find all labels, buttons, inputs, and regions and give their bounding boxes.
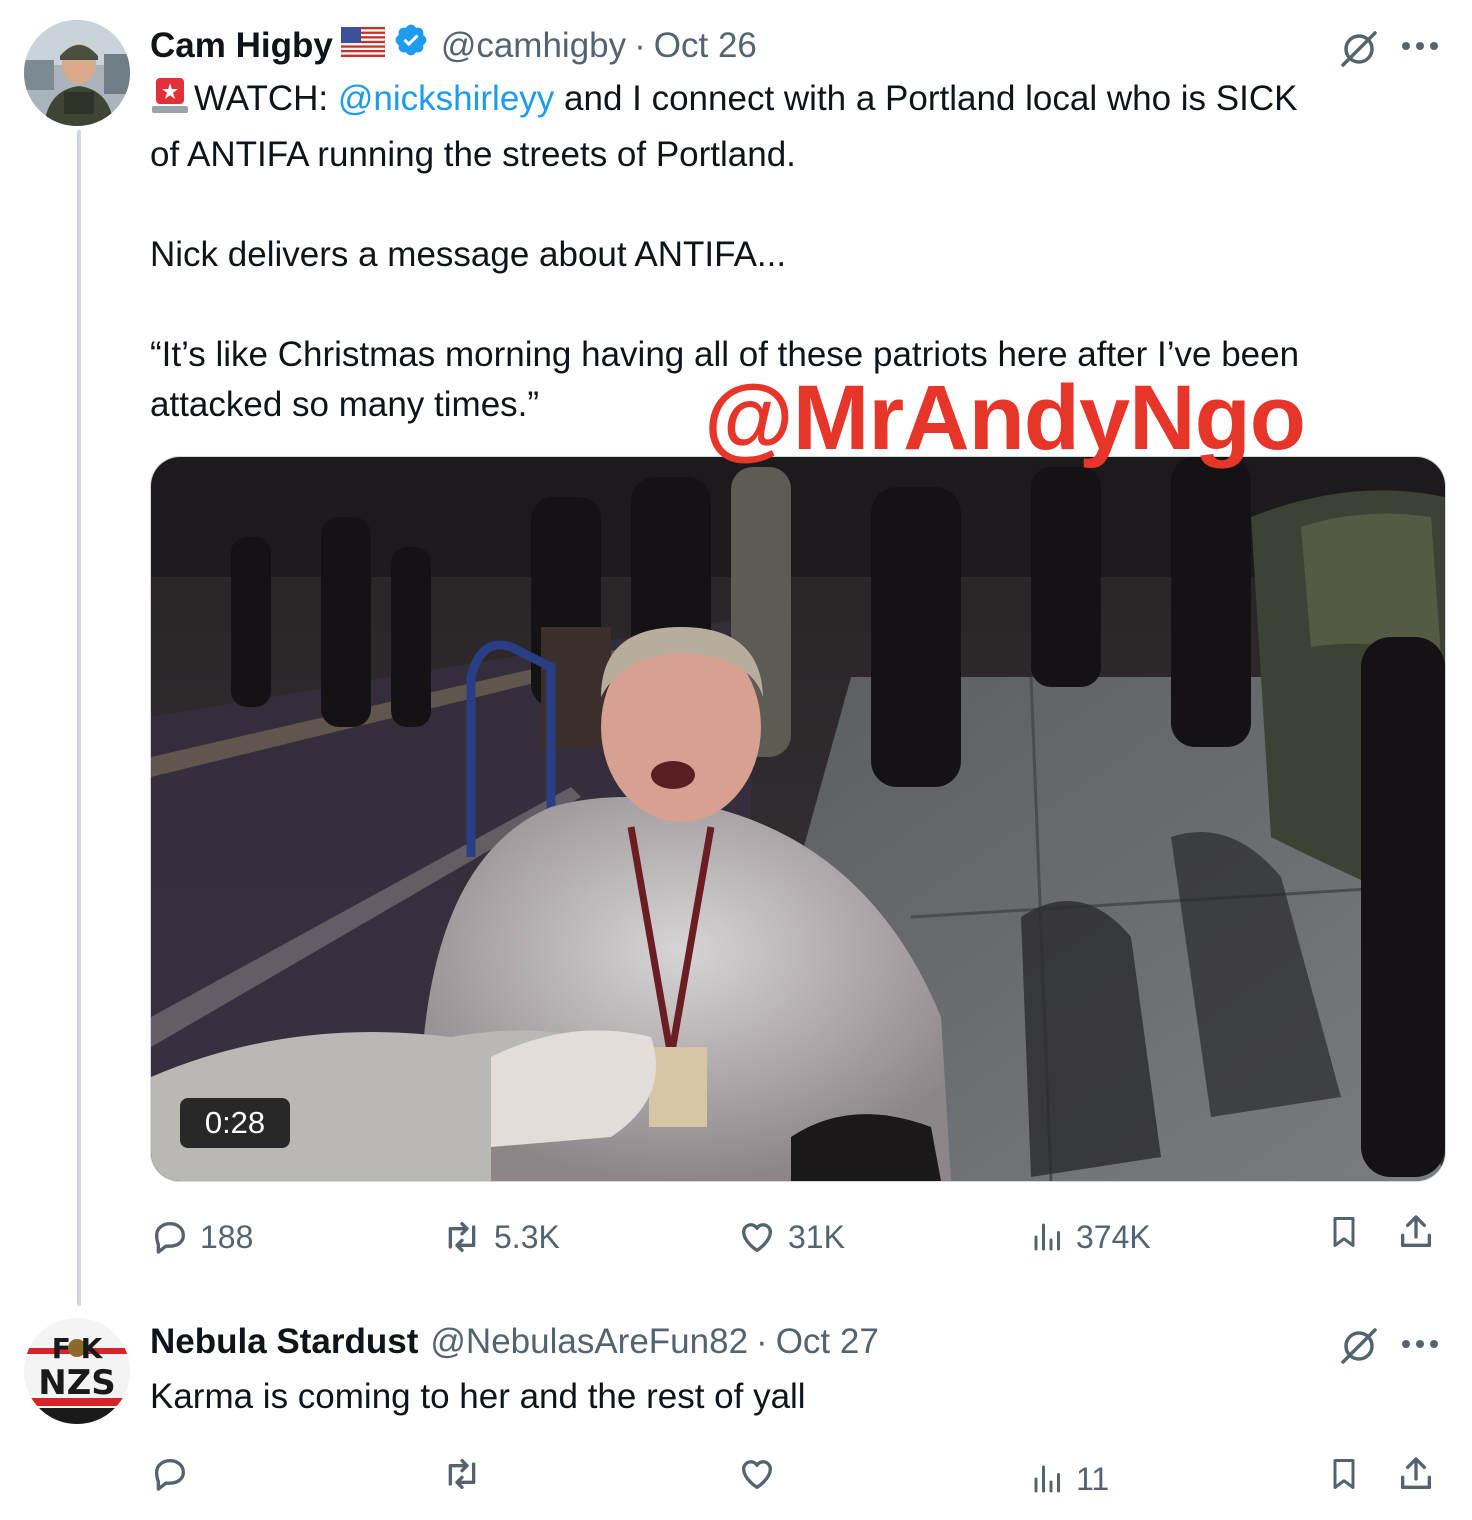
avatar-image: F K NZS: [24, 1318, 130, 1424]
alarm-emoji-icon: [150, 76, 190, 130]
like-button[interactable]: [736, 1454, 778, 1494]
bookmark-button[interactable]: [1326, 1454, 1362, 1494]
bookmark-icon: [1333, 1217, 1355, 1247]
tweet1-actions: 188 5.3K 31K 374K: [150, 1212, 1442, 1262]
more-icon[interactable]: [1398, 36, 1442, 56]
watermark-text: @MrAndyNgo: [704, 367, 1306, 469]
tweet-date[interactable]: Oct 27: [776, 1320, 879, 1364]
avatar-text-top: F K: [52, 1332, 104, 1365]
tweet1-line2: of ANTIFA running the streets of Portlan…: [150, 135, 796, 174]
avatar-image: [24, 20, 130, 126]
like-icon: [741, 1223, 773, 1252]
display-name[interactable]: Cam Higby: [150, 24, 333, 68]
tweet2-actions: 11: [150, 1454, 1442, 1504]
display-name[interactable]: Nebula Stardust: [150, 1320, 418, 1364]
reply-icon: [155, 1222, 185, 1254]
video-thumbnail: [151, 457, 1445, 1181]
video-player[interactable]: [150, 456, 1446, 1182]
avatar-text-bottom: NZS: [38, 1363, 116, 1403]
like-count: 31K: [788, 1219, 845, 1255]
views-icon: [1034, 1465, 1060, 1493]
tweet1-para3-line2: attacked so many times.”: [150, 385, 540, 424]
tweet2-header: Nebula Stardust @NebulasAreFun82 · Oct 2…: [150, 1320, 879, 1364]
repost-icon: [448, 1459, 476, 1489]
more-icon[interactable]: [1398, 1334, 1442, 1354]
grok-icon[interactable]: [1337, 27, 1381, 71]
repost-button[interactable]: [440, 1454, 484, 1494]
separator-dot: ·: [634, 25, 646, 65]
verified-badge-icon[interactable]: [393, 22, 429, 69]
views-button[interactable]: 374K: [1030, 1212, 1151, 1262]
tweet-date[interactable]: Oct 26: [654, 24, 757, 68]
views-count: 374K: [1076, 1219, 1151, 1255]
like-button[interactable]: 31K: [736, 1212, 845, 1262]
repost-button[interactable]: 5.3K: [440, 1212, 560, 1262]
user-handle[interactable]: @NebulasAreFun82: [430, 1320, 748, 1364]
reply-icon: [155, 1459, 185, 1491]
reply-count: 188: [200, 1219, 254, 1255]
repost-count: 5.3K: [494, 1219, 560, 1255]
share-icon: [1401, 1457, 1431, 1489]
share-button[interactable]: [1396, 1212, 1436, 1252]
tweet1-para2: Nick delivers a message about ANTIFA...: [150, 235, 787, 274]
bookmark-icon: [1333, 1459, 1355, 1489]
separator-dot: ·: [756, 1322, 768, 1361]
bookmark-button[interactable]: [1326, 1212, 1362, 1252]
repost-icon: [448, 1222, 476, 1252]
grok-icon[interactable]: [1337, 1324, 1381, 1368]
user-handle[interactable]: @camhigby: [441, 24, 626, 68]
views-button[interactable]: 11: [1030, 1454, 1109, 1504]
tweet2-text: Karma is coming to her and the rest of y…: [150, 1377, 806, 1416]
views-count: 11: [1076, 1461, 1110, 1497]
us-flag-icon: [340, 24, 386, 68]
views-icon: [1034, 1223, 1060, 1251]
mention-link[interactable]: @nickshirleyy: [338, 79, 554, 118]
like-icon: [741, 1460, 773, 1489]
avatar-cam-higby[interactable]: [24, 20, 130, 126]
share-button[interactable]: [1396, 1454, 1436, 1494]
tweet1-header: Cam Higby @camhigby · Oct 26: [150, 22, 757, 69]
reply-button[interactable]: [150, 1454, 190, 1494]
tweet1-line1-prefix: WATCH:: [194, 79, 338, 118]
reply-button[interactable]: 188: [150, 1212, 253, 1262]
tweet1-line1-suffix: and I connect with a Portland local who …: [554, 79, 1298, 118]
share-icon: [1401, 1215, 1431, 1247]
video-duration-badge: 0:28: [180, 1098, 290, 1148]
thread-connector-line: [77, 130, 81, 1306]
avatar-nebula-stardust[interactable]: F K NZS: [24, 1318, 130, 1424]
